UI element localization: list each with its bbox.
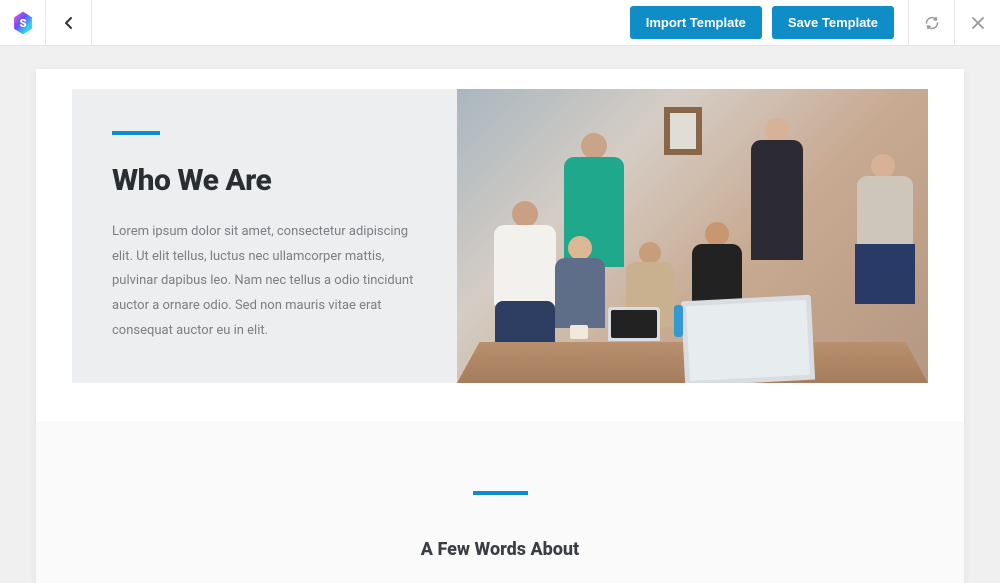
- hero-text-column: Who We Are Lorem ipsum dolor sit amet, c…: [72, 89, 457, 383]
- section-who-we-are[interactable]: Who We Are Lorem ipsum dolor sit amet, c…: [36, 69, 964, 421]
- hero-body: Lorem ipsum dolor sit amet, consectetur …: [112, 220, 417, 343]
- chevron-left-icon: [61, 15, 77, 31]
- app-logo-icon: S: [10, 10, 36, 36]
- section-about[interactable]: A Few Words About: [36, 421, 964, 583]
- canvas-viewport[interactable]: Who We Are Lorem ipsum dolor sit amet, c…: [0, 46, 1000, 583]
- hero-row: Who We Are Lorem ipsum dolor sit amet, c…: [72, 89, 928, 383]
- import-template-button[interactable]: Import Template: [630, 6, 762, 39]
- logo-cell: S: [0, 0, 46, 45]
- laptop-icon: [681, 295, 815, 383]
- wall-frame-icon: [664, 107, 702, 155]
- save-template-button[interactable]: Save Template: [772, 6, 894, 39]
- accent-bar: [473, 491, 528, 495]
- hero-title: Who We Are: [112, 163, 417, 198]
- top-toolbar: S Import Template Save Template: [0, 0, 1000, 46]
- refresh-icon: [924, 15, 940, 31]
- accent-bar: [112, 131, 160, 135]
- refresh-button[interactable]: [908, 0, 954, 45]
- laptop-icon: [608, 307, 660, 341]
- close-icon: [971, 16, 985, 30]
- svg-text:S: S: [19, 16, 26, 30]
- hero-image: [457, 89, 928, 383]
- bottle-icon: [674, 305, 683, 337]
- cup-icon: [570, 325, 588, 339]
- about-subtitle: A Few Words About: [72, 539, 928, 560]
- close-button[interactable]: [954, 0, 1000, 45]
- back-button[interactable]: [46, 0, 92, 45]
- template-canvas[interactable]: Who We Are Lorem ipsum dolor sit amet, c…: [36, 69, 964, 583]
